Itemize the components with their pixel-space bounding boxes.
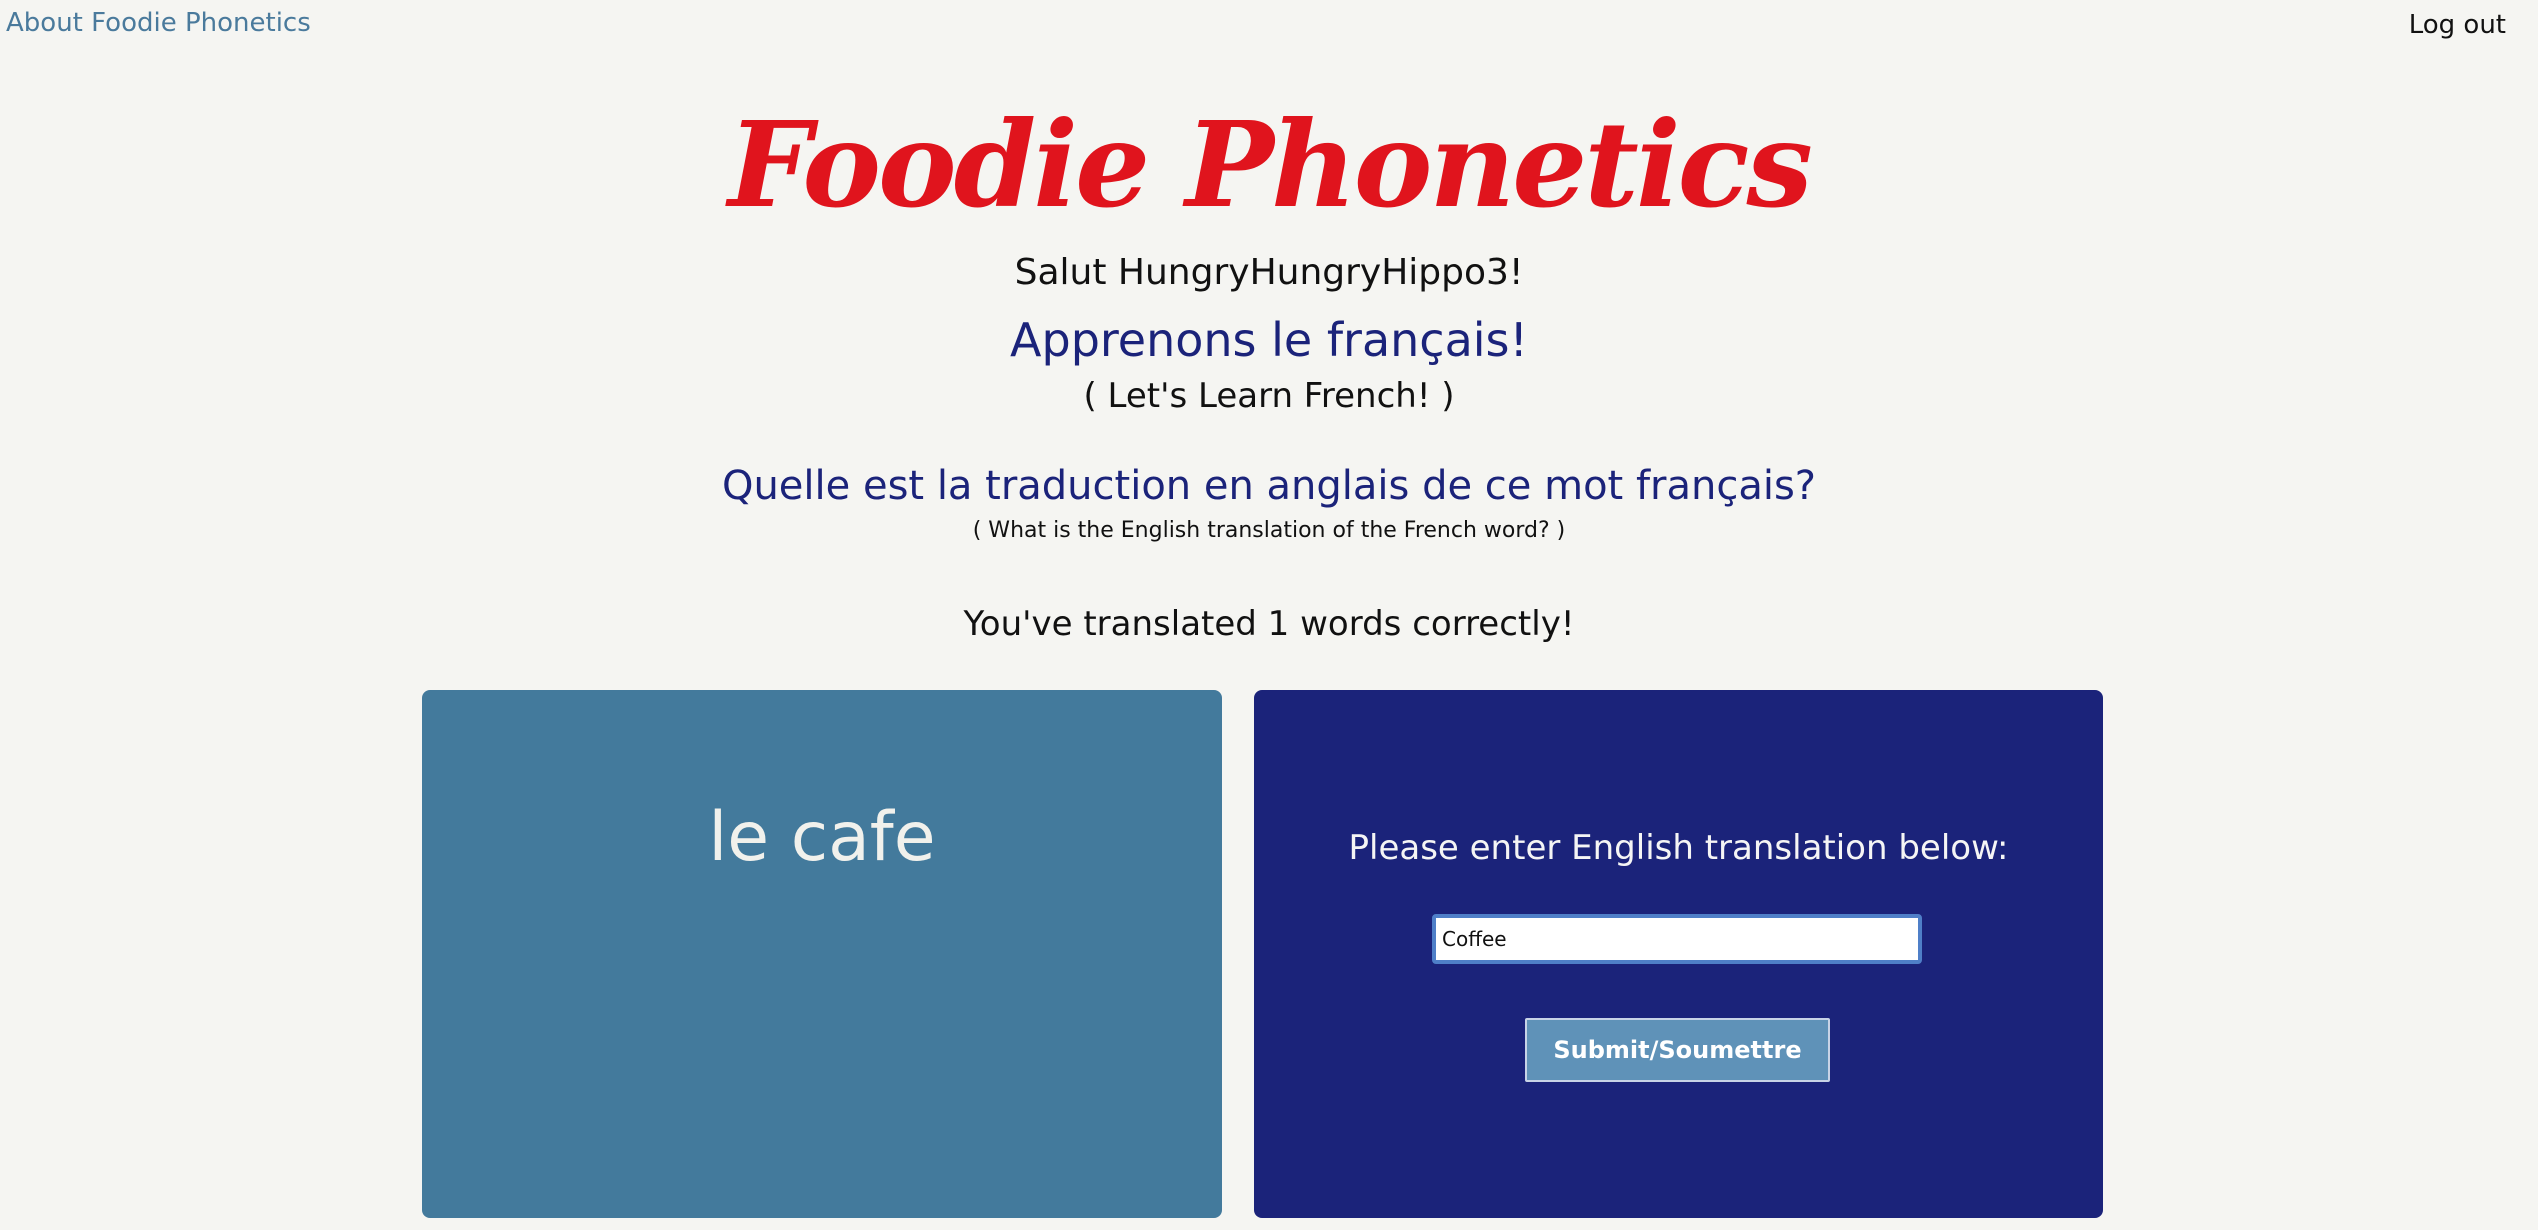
translation-card: Please enter English translation below: …: [1254, 690, 2103, 1218]
logout-link[interactable]: Log out: [2409, 10, 2506, 40]
app-logo: Foodie Phonetics: [728, 95, 1813, 234]
question-english: ( What is the English translation of the…: [972, 518, 1566, 543]
score-text: You've translated 1 words correctly!: [963, 604, 1575, 644]
french-word-card: le cafe: [422, 690, 1222, 1218]
submit-button[interactable]: Submit/Soumettre: [1525, 1018, 1830, 1082]
translation-prompt: Please enter English translation below:: [1348, 828, 2009, 868]
translation-input[interactable]: [1432, 914, 1922, 964]
question-french: Quelle est la traduction en anglais de c…: [721, 463, 1817, 509]
french-word: le cafe: [708, 798, 936, 877]
greeting: Salut HungryHungryHippo3!: [1014, 252, 1524, 293]
about-link[interactable]: About Foodie Phonetics: [6, 8, 311, 38]
subtitle-french: Apprenons le français!: [1010, 313, 1528, 367]
page: About Foodie Phonetics Log out Foodie Ph…: [0, 0, 2538, 1230]
subtitle-english: ( Let's Learn French! ): [1083, 376, 1455, 416]
